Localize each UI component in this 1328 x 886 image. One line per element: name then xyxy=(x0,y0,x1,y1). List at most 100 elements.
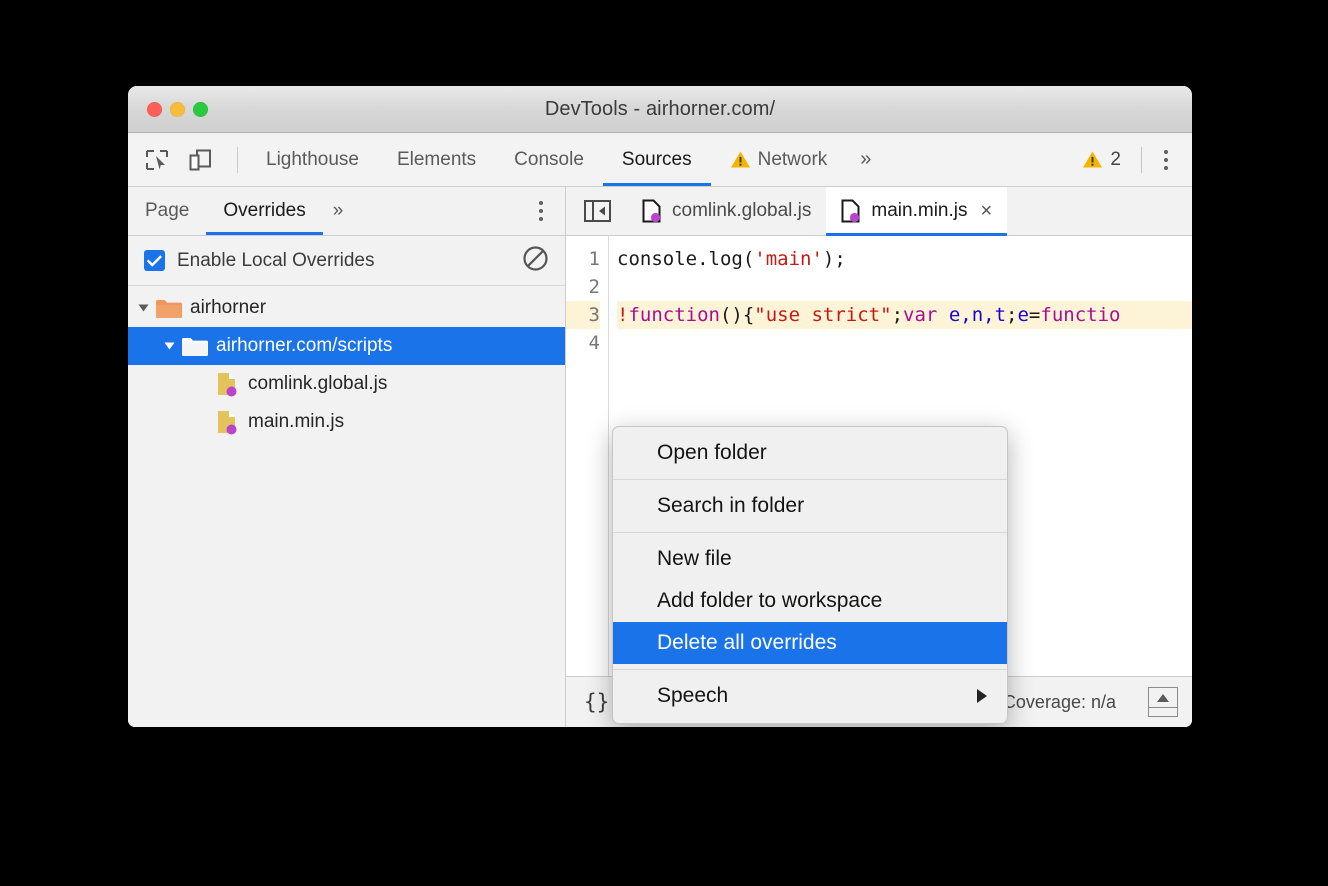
code-token: function xyxy=(628,304,720,326)
line-number: 3 xyxy=(566,301,600,329)
device-toolbar-icon[interactable] xyxy=(185,145,215,175)
chevron-down-icon[interactable] xyxy=(165,343,175,350)
code-line-2 xyxy=(617,273,1192,301)
line-number: 4 xyxy=(566,329,600,357)
tab-sources[interactable]: Sources xyxy=(603,133,711,186)
inspect-element-icon[interactable] xyxy=(142,145,172,175)
context-menu-item-search-in-folder[interactable]: Search in folder xyxy=(613,485,1007,527)
context-menu-item-add-folder-to-workspace[interactable]: Add folder to workspace xyxy=(613,580,1007,622)
tab-network-label: Network xyxy=(758,149,828,171)
warning-count-label: 2 xyxy=(1110,149,1121,171)
code-token: var xyxy=(903,304,937,326)
clear-overrides-icon[interactable] xyxy=(522,245,549,277)
context-menu-separator xyxy=(613,532,1007,533)
show-drawer-icon[interactable] xyxy=(1148,687,1178,717)
toolbar-divider xyxy=(1141,147,1142,173)
nav-tab-page-label: Page xyxy=(145,200,189,222)
context-menu: Open folder Search in folder New file Ad… xyxy=(612,426,1008,724)
nav-tab-page[interactable]: Page xyxy=(128,187,206,235)
warning-triangle-icon xyxy=(1082,150,1103,169)
tree-row-label: airhorner xyxy=(190,297,266,319)
editor-tab-comlink-global-js[interactable]: comlink.global.js xyxy=(627,187,826,235)
enable-local-overrides-checkbox[interactable] xyxy=(144,250,165,271)
minimize-window-button[interactable] xyxy=(170,102,185,117)
enable-local-overrides-row: Enable Local Overrides xyxy=(128,236,565,286)
kebab-dot xyxy=(539,217,543,221)
line-number-gutter: 1 2 3 4 xyxy=(566,236,609,676)
submenu-arrow-icon xyxy=(977,689,987,703)
nav-more-tabs-button[interactable]: » xyxy=(323,187,354,235)
file-js-override-icon xyxy=(216,371,240,397)
tab-console[interactable]: Console xyxy=(495,133,603,186)
panel-tabs: Lighthouse Elements Console Sources xyxy=(247,133,885,186)
tab-elements[interactable]: Elements xyxy=(378,133,495,186)
tab-console-label: Console xyxy=(514,149,584,171)
close-window-button[interactable] xyxy=(147,102,162,117)
overrides-file-tree: airhorner airhorner.com/scripts xyxy=(128,286,565,727)
code-token: e xyxy=(1017,304,1028,326)
tree-row-label: comlink.global.js xyxy=(248,373,387,395)
tree-row-airhorner[interactable]: airhorner xyxy=(128,289,565,327)
editor-tab-main-min-js[interactable]: main.min.js × xyxy=(826,187,1007,235)
tab-sources-label: Sources xyxy=(622,149,692,171)
kebab-dot xyxy=(539,209,543,213)
toolbar-divider xyxy=(237,147,238,173)
line-number: 1 xyxy=(566,245,600,273)
tab-lighthouse-label: Lighthouse xyxy=(266,149,359,171)
tree-row-comlink-global-js[interactable]: comlink.global.js xyxy=(128,365,565,403)
enable-local-overrides-label: Enable Local Overrides xyxy=(177,250,375,272)
editor-tab-label: main.min.js xyxy=(871,200,967,222)
code-line-1: console.log('main'); xyxy=(617,245,1192,273)
line-number: 2 xyxy=(566,273,600,301)
toolbar-icon-group xyxy=(128,133,247,186)
editor-tab-strip: comlink.global.js main.min.js × xyxy=(566,187,1192,236)
tab-lighthouse[interactable]: Lighthouse xyxy=(247,133,378,186)
context-menu-item-delete-all-overrides[interactable]: Delete all overrides xyxy=(613,622,1007,664)
kebab-dot xyxy=(1164,166,1168,170)
context-menu-item-speech[interactable]: Speech xyxy=(613,675,1007,717)
folder-white-icon xyxy=(181,335,208,357)
drawer-base xyxy=(1149,707,1177,716)
code-token: ); xyxy=(823,248,846,270)
code-token: ; xyxy=(892,304,903,326)
context-menu-item-label: Add folder to workspace xyxy=(657,589,882,613)
context-menu-item-new-file[interactable]: New file xyxy=(613,538,1007,580)
navigator-tabs: Page Overrides » xyxy=(128,187,565,236)
code-token: console.log( xyxy=(617,248,754,270)
devtools-window: DevTools - airhorner.com/ Lighthouse xyxy=(128,86,1192,727)
kebab-dot xyxy=(1164,150,1168,154)
tree-row-label: airhorner.com/scripts xyxy=(216,335,392,357)
pretty-print-icon[interactable]: {} xyxy=(580,690,613,714)
issues-warning-counter[interactable]: 2 xyxy=(1072,149,1131,171)
window-title: DevTools - airhorner.com/ xyxy=(128,98,1192,121)
kebab-dot xyxy=(1164,158,1168,162)
coverage-label: Coverage: n/a xyxy=(1003,692,1116,713)
toolbar-right-group: 2 xyxy=(1072,133,1192,186)
code-token: functio xyxy=(1040,304,1120,326)
chevron-down-icon[interactable] xyxy=(139,305,149,312)
collapse-sidebar-icon[interactable] xyxy=(566,187,627,235)
code-token: ; xyxy=(1006,304,1017,326)
context-menu-separator xyxy=(613,669,1007,670)
kebab-menu-icon[interactable] xyxy=(1152,145,1180,175)
maximize-window-button[interactable] xyxy=(193,102,208,117)
code-token: e,n,t xyxy=(949,304,1006,326)
close-icon[interactable]: × xyxy=(980,201,992,221)
tree-row-airhorner-com-scripts[interactable]: airhorner.com/scripts xyxy=(128,327,565,365)
code-token: = xyxy=(1029,304,1040,326)
drawer-arrow-area xyxy=(1149,688,1177,707)
file-override-icon xyxy=(642,199,663,223)
devtools-main-toolbar: Lighthouse Elements Console Sources xyxy=(128,133,1192,187)
context-menu-item-label: Open folder xyxy=(657,441,767,465)
more-panels-button[interactable]: » xyxy=(846,133,885,186)
tab-elements-label: Elements xyxy=(397,149,476,171)
context-menu-item-open-folder[interactable]: Open folder xyxy=(613,432,1007,474)
code-line-4 xyxy=(617,329,1192,357)
tree-row-label: main.min.js xyxy=(248,411,344,433)
navigator-kebab-menu-icon[interactable] xyxy=(527,196,555,226)
code-token: ! xyxy=(617,304,628,326)
kebab-dot xyxy=(539,201,543,205)
tree-row-main-min-js[interactable]: main.min.js xyxy=(128,403,565,441)
nav-tab-overrides[interactable]: Overrides xyxy=(206,187,322,235)
tab-network[interactable]: Network xyxy=(711,133,847,186)
